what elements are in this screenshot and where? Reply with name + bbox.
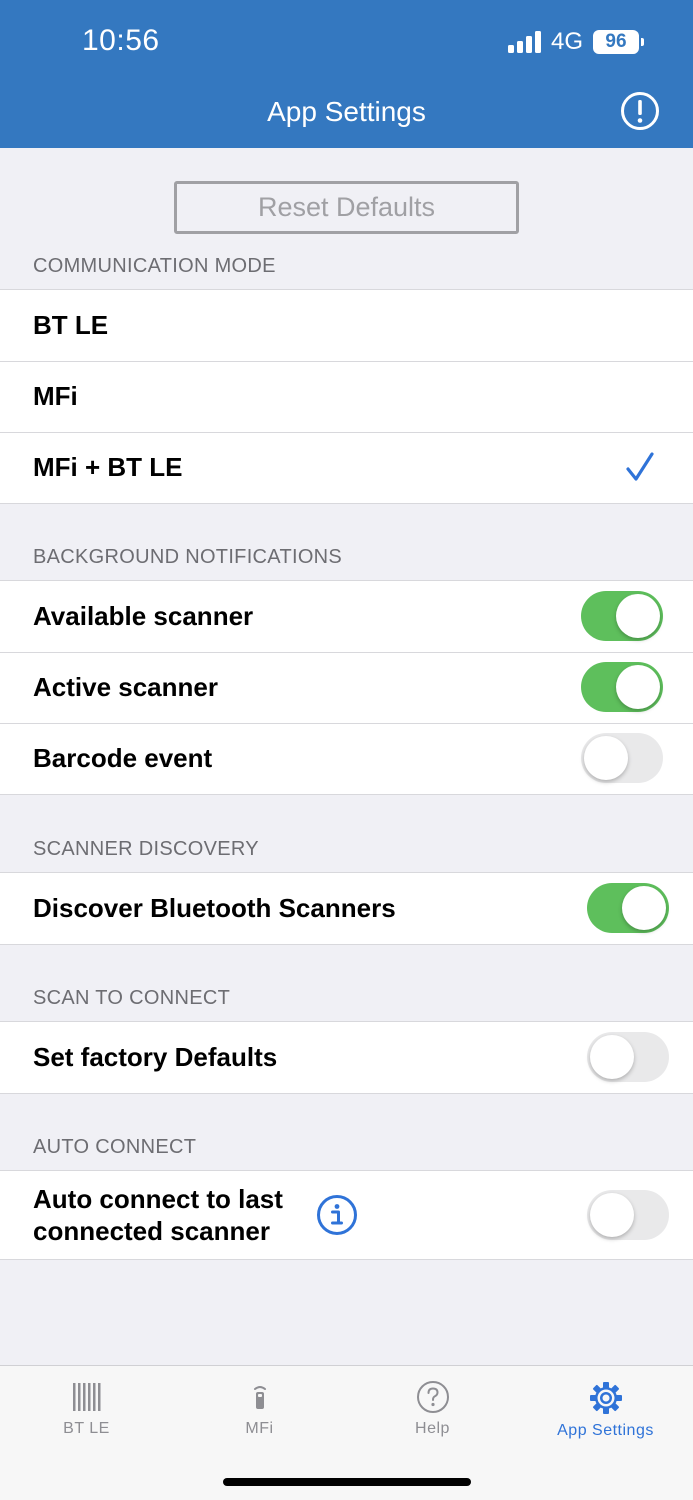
factory-defaults-label: Set factory Defaults <box>33 1042 278 1072</box>
tab-mfi[interactable]: MFi <box>173 1380 346 1438</box>
mode-option-mfi-bt-le[interactable]: MFi + BT LE <box>0 432 693 503</box>
home-indicator <box>223 1478 471 1486</box>
available-scanner-label: Available scanner <box>33 601 254 631</box>
signal-strength-icon <box>507 31 541 53</box>
checkmark-icon <box>626 452 654 481</box>
section-header-auto-connect: AUTO CONNECT <box>33 1136 197 1158</box>
alert-icon[interactable] <box>620 91 660 131</box>
auto-connect-label-line2: connected scanner <box>33 1216 270 1246</box>
barcode-event-toggle[interactable] <box>581 733 663 783</box>
gear-icon <box>589 1382 622 1414</box>
tab-label: App Settings <box>557 1422 654 1439</box>
mode-option-mfi[interactable]: MFi <box>0 361 693 432</box>
factory-defaults-row: Set factory Defaults <box>0 1022 693 1093</box>
auto-connect-group: Auto connect to last connected scanner <box>0 1170 693 1260</box>
tab-help[interactable]: Help <box>346 1380 519 1438</box>
discover-bluetooth-toggle[interactable] <box>587 883 669 933</box>
mode-option-label: MFi <box>33 381 78 411</box>
auto-connect-toggle[interactable] <box>587 1190 669 1240</box>
auto-connect-label: Auto connect to last connected scanner <box>33 1183 283 1247</box>
section-header-background-notifications: BACKGROUND NOTIFICATIONS <box>33 546 343 568</box>
navigation-bar: 10:56 4G 96 App Settings <box>0 0 693 148</box>
mode-option-label: MFi + BT LE <box>33 452 183 482</box>
auto-connect-label-line1: Auto connect to last <box>33 1184 283 1214</box>
status-time: 10:56 <box>82 24 160 57</box>
active-scanner-row: Active scanner <box>0 652 693 723</box>
auto-connect-row: Auto connect to last connected scanner <box>0 1171 693 1259</box>
barcode-icon <box>72 1383 100 1411</box>
status-indicators: 4G 96 <box>507 28 644 56</box>
section-header-scan-to-connect: SCAN TO CONNECT <box>33 987 231 1009</box>
tab-app-settings[interactable]: App Settings <box>519 1380 692 1440</box>
battery-icon: 96 <box>593 30 644 54</box>
section-header-scanner-discovery: SCANNER DISCOVERY <box>33 838 259 860</box>
background-notifications-group: Available scanner Active scanner Barcode… <box>0 580 693 795</box>
reset-defaults-button[interactable]: Reset Defaults <box>174 181 519 234</box>
page-title: App Settings <box>267 96 426 127</box>
barcode-event-label: Barcode event <box>33 743 213 773</box>
communication-mode-group: BT LE MFi MFi + BT LE <box>0 289 693 504</box>
active-scanner-toggle[interactable] <box>581 662 663 712</box>
mode-option-bt-le[interactable]: BT LE <box>0 290 693 361</box>
network-type: 4G <box>550 28 583 55</box>
active-scanner-label: Active scanner <box>33 672 218 702</box>
discover-bluetooth-row: Discover Bluetooth Scanners <box>0 873 693 944</box>
barcode-event-row: Barcode event <box>0 723 693 794</box>
discover-bluetooth-label: Discover Bluetooth Scanners <box>33 893 396 923</box>
mode-option-label: BT LE <box>33 310 109 340</box>
factory-defaults-toggle[interactable] <box>587 1032 669 1082</box>
available-scanner-toggle[interactable] <box>581 591 663 641</box>
available-scanner-row: Available scanner <box>0 581 693 652</box>
info-icon[interactable] <box>316 1194 358 1236</box>
tab-bt-le[interactable]: BT LE <box>0 1380 173 1438</box>
scanner-discovery-group: Discover Bluetooth Scanners <box>0 872 693 945</box>
tab-label: BT LE <box>63 1420 110 1437</box>
scanner-device-icon <box>253 1386 266 1409</box>
section-header-communication-mode: COMMUNICATION MODE <box>33 255 276 277</box>
help-icon <box>416 1381 449 1413</box>
tab-label: Help <box>415 1420 450 1437</box>
tab-label: MFi <box>245 1420 274 1437</box>
scan-to-connect-group: Set factory Defaults <box>0 1021 693 1094</box>
